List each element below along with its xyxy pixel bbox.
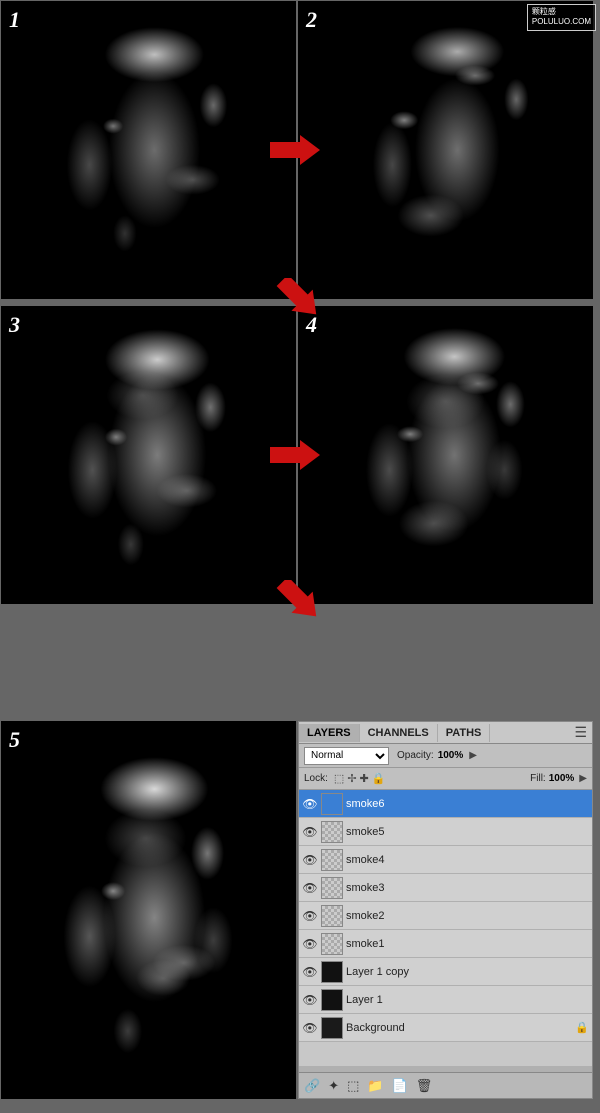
layer-name-smoke1: smoke1 [346, 938, 589, 950]
layers-tabs-bar: LAYERS CHANNELS PATHS ☰ [299, 722, 592, 744]
layer-thumb-layer1 [321, 989, 343, 1011]
lock-transparent-icon[interactable]: ⬚ [334, 772, 344, 785]
step-3-number: 3 [9, 312, 20, 338]
link-layers-icon[interactable]: 🔗 [304, 1078, 320, 1094]
blend-mode-select[interactable]: Normal [304, 747, 389, 765]
lock-all-icon[interactable]: 🔒 [372, 772, 386, 785]
eye-icon-layer1copy[interactable]: 👁 [302, 964, 318, 980]
step-2-panel: 2 [298, 1, 593, 299]
layer-item-smoke4[interactable]: 👁 smoke4 [299, 846, 592, 874]
step-2-number: 2 [306, 7, 317, 33]
add-mask-icon[interactable]: ⬚ [347, 1078, 359, 1094]
eye-icon-smoke3[interactable]: 👁 [302, 880, 318, 896]
layer-item-layer1[interactable]: 👁 Layer 1 [299, 986, 592, 1014]
tab-paths[interactable]: PATHS [438, 724, 491, 742]
arrow-down-right-to-3 [270, 278, 320, 333]
layer-name-smoke6: smoke6 [346, 798, 589, 810]
eye-icon-smoke2[interactable]: 👁 [302, 908, 318, 924]
opacity-value: 100% [438, 750, 464, 761]
layer-name-layer1copy: Layer 1 copy [346, 966, 589, 978]
step-5-number: 5 [9, 727, 20, 753]
step-1-panel: 1 [1, 1, 296, 299]
eye-icon-layer1[interactable]: 👁 [302, 992, 318, 1008]
layer-item-smoke2[interactable]: 👁 smoke2 [299, 902, 592, 930]
eye-icon-smoke6[interactable]: 👁 [302, 796, 318, 812]
layer-thumb-smoke5 [321, 821, 343, 843]
lock-image-icon[interactable]: ✚ [360, 772, 369, 785]
background-lock-icon: 🔒 [575, 1021, 589, 1034]
layer-thumb-layer1copy [321, 961, 343, 983]
watermark: 颗粒感 POLULUO.COM [527, 4, 596, 31]
layer-name-smoke2: smoke2 [346, 910, 589, 922]
tab-channels[interactable]: CHANNELS [360, 724, 438, 742]
lock-label: Lock: [304, 773, 328, 784]
layer-item-smoke3[interactable]: 👁 smoke3 [299, 874, 592, 902]
smoke-face-4 [298, 306, 593, 604]
layer-name-smoke3: smoke3 [346, 882, 589, 894]
arrow-down-right-to-5 [270, 580, 320, 635]
step-4-panel: 4 [298, 306, 593, 604]
step-1-number: 1 [9, 7, 20, 33]
eye-icon-background[interactable]: 👁 [302, 1020, 318, 1036]
layer-thumb-smoke3 [321, 877, 343, 899]
arrow-down-right-icon-1 [270, 278, 320, 328]
main-container: 颗粒感 POLULUO.COM 1 2 3 [0, 0, 600, 1113]
layer-thumb-smoke2 [321, 905, 343, 927]
layer-name-smoke5: smoke5 [346, 826, 589, 838]
lock-move-icon[interactable]: ✢ [347, 772, 356, 785]
layer-item-background[interactable]: 👁 Background 🔒 [299, 1014, 592, 1042]
eye-icon-smoke1[interactable]: 👁 [302, 936, 318, 952]
layer-thumb-background [321, 1017, 343, 1039]
layer-thumb-smoke6 [321, 793, 343, 815]
bottom-row: 5 LAYERS CHANNELS PATHS ☰ Normal Opacity… [0, 720, 600, 1100]
eye-icon-smoke5[interactable]: 👁 [302, 824, 318, 840]
smoke-face-1 [1, 1, 296, 299]
layers-lock-row: Lock: ⬚ ✢ ✚ 🔒 Fill: 100% ▶ [299, 768, 592, 790]
new-layer-icon[interactable]: 📄 [392, 1078, 408, 1094]
layers-bottom-bar: 🔗 ✦ ⬚ 📁 📄 🗑 [299, 1072, 592, 1098]
opacity-arrow[interactable]: ▶ [469, 750, 477, 761]
tab-layers[interactable]: LAYERS [299, 724, 360, 742]
opacity-label: Opacity: [397, 750, 434, 761]
layers-options-row: Normal Opacity: 100% ▶ [299, 744, 592, 768]
panel-menu-icon[interactable]: ☰ [569, 721, 592, 744]
layer-name-smoke4: smoke4 [346, 854, 589, 866]
layer-item-smoke5[interactable]: 👁 smoke5 [299, 818, 592, 846]
layer-thumb-smoke4 [321, 849, 343, 871]
arrow-right-1-2 [270, 130, 320, 175]
fill-label: Fill: [530, 773, 546, 784]
layer-name-background: Background [346, 1022, 572, 1034]
new-group-icon[interactable]: 📁 [367, 1078, 383, 1094]
step-5-panel: 5 [1, 721, 296, 1099]
step-3-panel: 3 [1, 306, 296, 604]
fill-value: 100% [549, 773, 575, 784]
smoke-face-5 [1, 721, 296, 1099]
arrow-right-3-4 [270, 435, 320, 480]
layers-panel: LAYERS CHANNELS PATHS ☰ Normal Opacity: … [298, 721, 593, 1099]
eye-icon-smoke4[interactable]: 👁 [302, 852, 318, 868]
layer-name-layer1: Layer 1 [346, 994, 589, 1006]
delete-layer-icon[interactable]: 🗑 [416, 1078, 433, 1094]
layer-item-smoke1[interactable]: 👁 smoke1 [299, 930, 592, 958]
layer-thumb-smoke1 [321, 933, 343, 955]
layer-list: 👁 smoke6 👁 smoke5 👁 [299, 790, 592, 1066]
smoke-face-3 [1, 306, 296, 604]
arrow-down-right-icon-2 [270, 580, 320, 630]
add-style-icon[interactable]: ✦ [328, 1078, 339, 1094]
fill-arrow[interactable]: ▶ [579, 773, 587, 784]
layer-item-layer1copy[interactable]: 👁 Layer 1 copy [299, 958, 592, 986]
arrow-right-icon [270, 130, 320, 170]
arrow-right-icon-2 [270, 435, 320, 475]
layer-item-smoke6[interactable]: 👁 smoke6 [299, 790, 592, 818]
smoke-face-2 [298, 1, 593, 299]
